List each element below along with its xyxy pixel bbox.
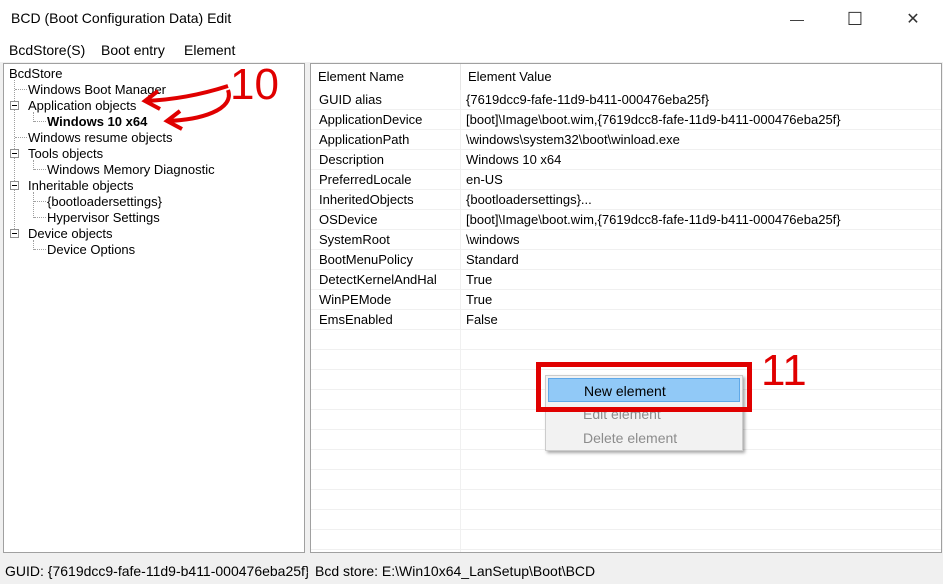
menu-bar: BcdStore(S) Boot entry Element [0,38,943,62]
tree-connector [34,217,46,218]
element-name-cell: SystemRoot [319,232,390,247]
tree-connector [34,201,46,202]
table-row[interactable]: EmsEnabled False [311,310,941,330]
minimize-button[interactable]: — [768,0,826,38]
collapse-toggle-device-objects[interactable] [10,229,19,238]
element-name-cell: DetectKernelAndHal [319,272,437,287]
tree-item-windows-10-x64[interactable]: Windows 10 x64 [47,114,147,129]
table-row[interactable]: Description Windows 10 x64 [311,150,941,170]
column-header-element-name[interactable]: Element Name [311,64,461,90]
element-value-cell: [boot]\Image\boot.wim,{7619dcc8-fafe-11d… [466,112,841,127]
tree-item-windows-memory-diagnostic[interactable]: Windows Memory Diagnostic [47,162,215,177]
element-value-cell: en-US [466,172,503,187]
maximize-button[interactable]: ☐ [826,0,884,38]
empty-row [311,330,941,350]
context-menu-delete-element: Delete element [583,430,678,446]
empty-row [311,490,941,510]
element-name-cell: EmsEnabled [319,312,393,327]
tree-connector [15,137,27,138]
table-row[interactable]: GUID alias {7619dcc9-fafe-11d9-b411-00047… [311,90,941,110]
tree-item-bootloadersettings[interactable]: {bootloadersettings} [47,194,162,209]
empty-row [311,450,941,470]
menu-element[interactable]: Element [184,42,235,58]
element-name-cell: BootMenuPolicy [319,252,413,267]
empty-row [311,470,941,490]
table-row[interactable]: PreferredLocale en-US [311,170,941,190]
element-value-cell: {bootloadersettings}... [466,192,592,207]
close-icon: ✕ [906,11,920,28]
element-name-cell: Description [319,152,385,167]
tree-item-device-options[interactable]: Device Options [47,242,135,257]
element-value-cell: [boot]\Image\boot.wim,{7619dcc8-fafe-11d… [466,212,841,227]
status-bcd-store: Bcd store: E:\Win10x64_LanSetup\Boot\BCD [315,563,596,579]
element-name-cell: ApplicationPath [319,132,410,147]
collapse-toggle-application-objects[interactable] [10,101,19,110]
tree-item-windows-boot-manager[interactable]: Windows Boot Manager [28,82,166,97]
tree-connector [34,121,46,122]
element-value-cell: \windows\system32\boot\winload.exe [466,132,680,147]
collapse-toggle-tools-objects[interactable] [10,149,19,158]
tree-item-tools-objects[interactable]: Tools objects [28,146,103,161]
tree-connector [34,169,46,170]
table-row[interactable]: ApplicationPath \windows\system32\boot\wi… [311,130,941,150]
collapse-toggle-inheritable-objects[interactable] [10,181,19,190]
element-value-cell: {7619dcc9-fafe-11d9-b411-000476eba25f} [466,92,710,107]
element-value-cell: Windows 10 x64 [466,152,562,167]
close-button[interactable]: ✕ [884,0,942,38]
minimize-icon: — [790,11,804,27]
element-value-cell: False [466,312,498,327]
status-bar: GUID: {7619dcc9-fafe-11d9-b411-000476eba… [0,556,943,584]
table-row[interactable]: WinPEMode True [311,290,941,310]
tree-root-bcdstore[interactable]: BcdStore [9,66,62,81]
element-name-cell: InheritedObjects [319,192,414,207]
tree-connector [15,89,27,90]
table-row[interactable]: BootMenuPolicy Standard [311,250,941,270]
element-name-cell: GUID alias [319,92,382,107]
menu-boot-entry[interactable]: Boot entry [101,42,165,58]
title-bar: BCD (Boot Configuration Data) Edit — ☐ ✕ [0,0,943,38]
annotation-highlight-box [536,362,752,412]
tree-item-inheritable-objects[interactable]: Inheritable objects [28,178,134,193]
menu-bcdstore[interactable]: BcdStore(S) [9,42,85,58]
element-name-cell: OSDevice [319,212,378,227]
element-name-cell: PreferredLocale [319,172,412,187]
empty-row [311,530,941,550]
element-list-view[interactable]: Element Name Element Value GUID alias {76… [310,63,942,553]
window-title: BCD (Boot Configuration Data) Edit [11,10,232,26]
status-guid: GUID: {7619dcc9-fafe-11d9-b411-000476eba… [5,563,308,579]
tree-connector [33,192,34,218]
tree-item-hypervisor-settings[interactable]: Hypervisor Settings [47,210,160,225]
table-row[interactable]: InheritedObjects {bootloadersettings}... [311,190,941,210]
element-name-cell: ApplicationDevice [319,112,423,127]
annotation-step-10: 10 [230,60,279,109]
annotation-step-11: 11 [761,346,807,395]
element-value-cell: \windows [466,232,520,247]
element-value-cell: True [466,292,493,307]
column-header-element-value[interactable]: Element Value [461,64,941,90]
maximize-icon: ☐ [846,8,864,29]
tree-item-application-objects[interactable]: Application objects [28,98,136,113]
table-row[interactable]: OSDevice [boot]\Image\boot.wim,{7619dcc8-… [311,210,941,230]
empty-row [311,510,941,530]
table-row[interactable]: ApplicationDevice [boot]\Image\boot.wim,{… [311,110,941,130]
tree-item-windows-resume-objects[interactable]: Windows resume objects [28,130,173,145]
table-row[interactable]: SystemRoot \windows [311,230,941,250]
tree-item-device-objects[interactable]: Device objects [28,226,113,241]
element-value-cell: Standard [466,252,519,267]
table-row[interactable]: DetectKernelAndHal True [311,270,941,290]
bcd-tree-view[interactable]: BcdStore Windows Boot Manager Applicatio… [3,63,305,553]
element-name-cell: WinPEMode [319,292,392,307]
element-value-cell: True [466,272,493,287]
tree-connector [34,249,46,250]
